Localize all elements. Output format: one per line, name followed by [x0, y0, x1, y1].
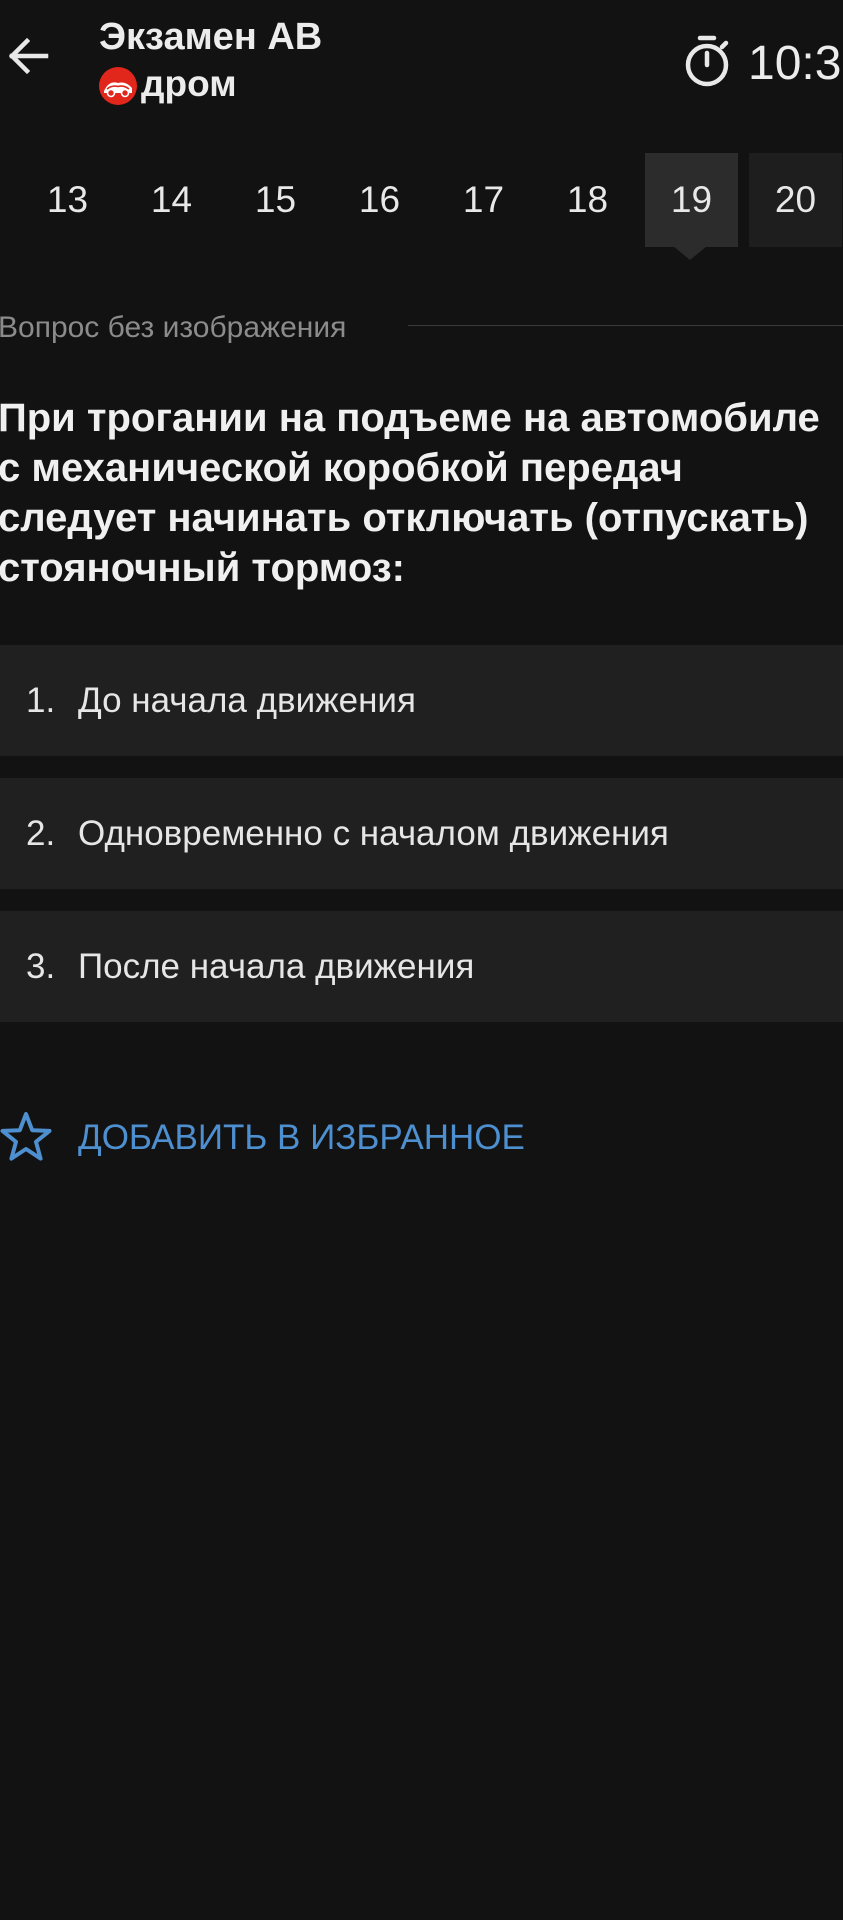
add-to-favorites-label: ДОБАВИТЬ В ИЗБРАННОЕ	[78, 1118, 525, 1157]
arrow-back-icon	[8, 37, 49, 75]
back-button[interactable]	[4, 32, 52, 80]
brand: дром	[99, 64, 237, 108]
question-number-item[interactable]: 14	[125, 153, 218, 247]
active-question-indicator	[673, 246, 707, 260]
question-number-item-active[interactable]: 19	[645, 153, 738, 247]
question-number-strip[interactable]: 13 14 15 16 17 18 19 20	[0, 153, 843, 248]
answer-number: 3.	[26, 947, 56, 986]
add-to-favorites-button[interactable]: ДОБАВИТЬ В ИЗБРАННОЕ	[0, 1103, 560, 1173]
top-app-bar: Экзамен АВ дром 10:3	[0, 0, 843, 130]
section-divider	[408, 325, 843, 326]
question-number-item[interactable]: 20	[749, 153, 842, 247]
question-number-item[interactable]: 16	[333, 153, 426, 247]
answer-option-1[interactable]: 1. До начала движения	[0, 645, 843, 756]
brand-name: дром	[141, 62, 237, 104]
question-number-item[interactable]: 13	[21, 153, 114, 247]
answer-text: После начала движения	[78, 947, 475, 986]
timer-readout: 10:3	[748, 37, 842, 90]
drom-logo-icon	[99, 67, 137, 105]
answer-number: 2.	[26, 814, 56, 853]
question-number-item[interactable]: 15	[229, 153, 322, 247]
question-number-item[interactable]: 18	[541, 153, 634, 247]
answer-option-2[interactable]: 2. Одновременно с началом движения	[0, 778, 843, 889]
question-text: При трогании на подъеме на автомобиле с …	[0, 396, 820, 590]
answer-option-3[interactable]: 3. После начала движения	[0, 911, 843, 1022]
answer-text: Одновременно с началом движения	[78, 814, 669, 853]
question-number-item[interactable]: 17	[437, 153, 530, 247]
app-screen: Экзамен АВ дром 10:3 13 14 15 16 17 18 1…	[0, 0, 843, 1920]
answer-number: 1.	[26, 681, 56, 720]
stopwatch-icon	[685, 35, 729, 87]
answer-text: До начала движения	[78, 681, 416, 720]
screen-title: Экзамен АВ	[99, 16, 323, 58]
question-type-label: Вопрос без изображения	[0, 311, 347, 344]
star-outline-icon	[0, 1112, 52, 1161]
